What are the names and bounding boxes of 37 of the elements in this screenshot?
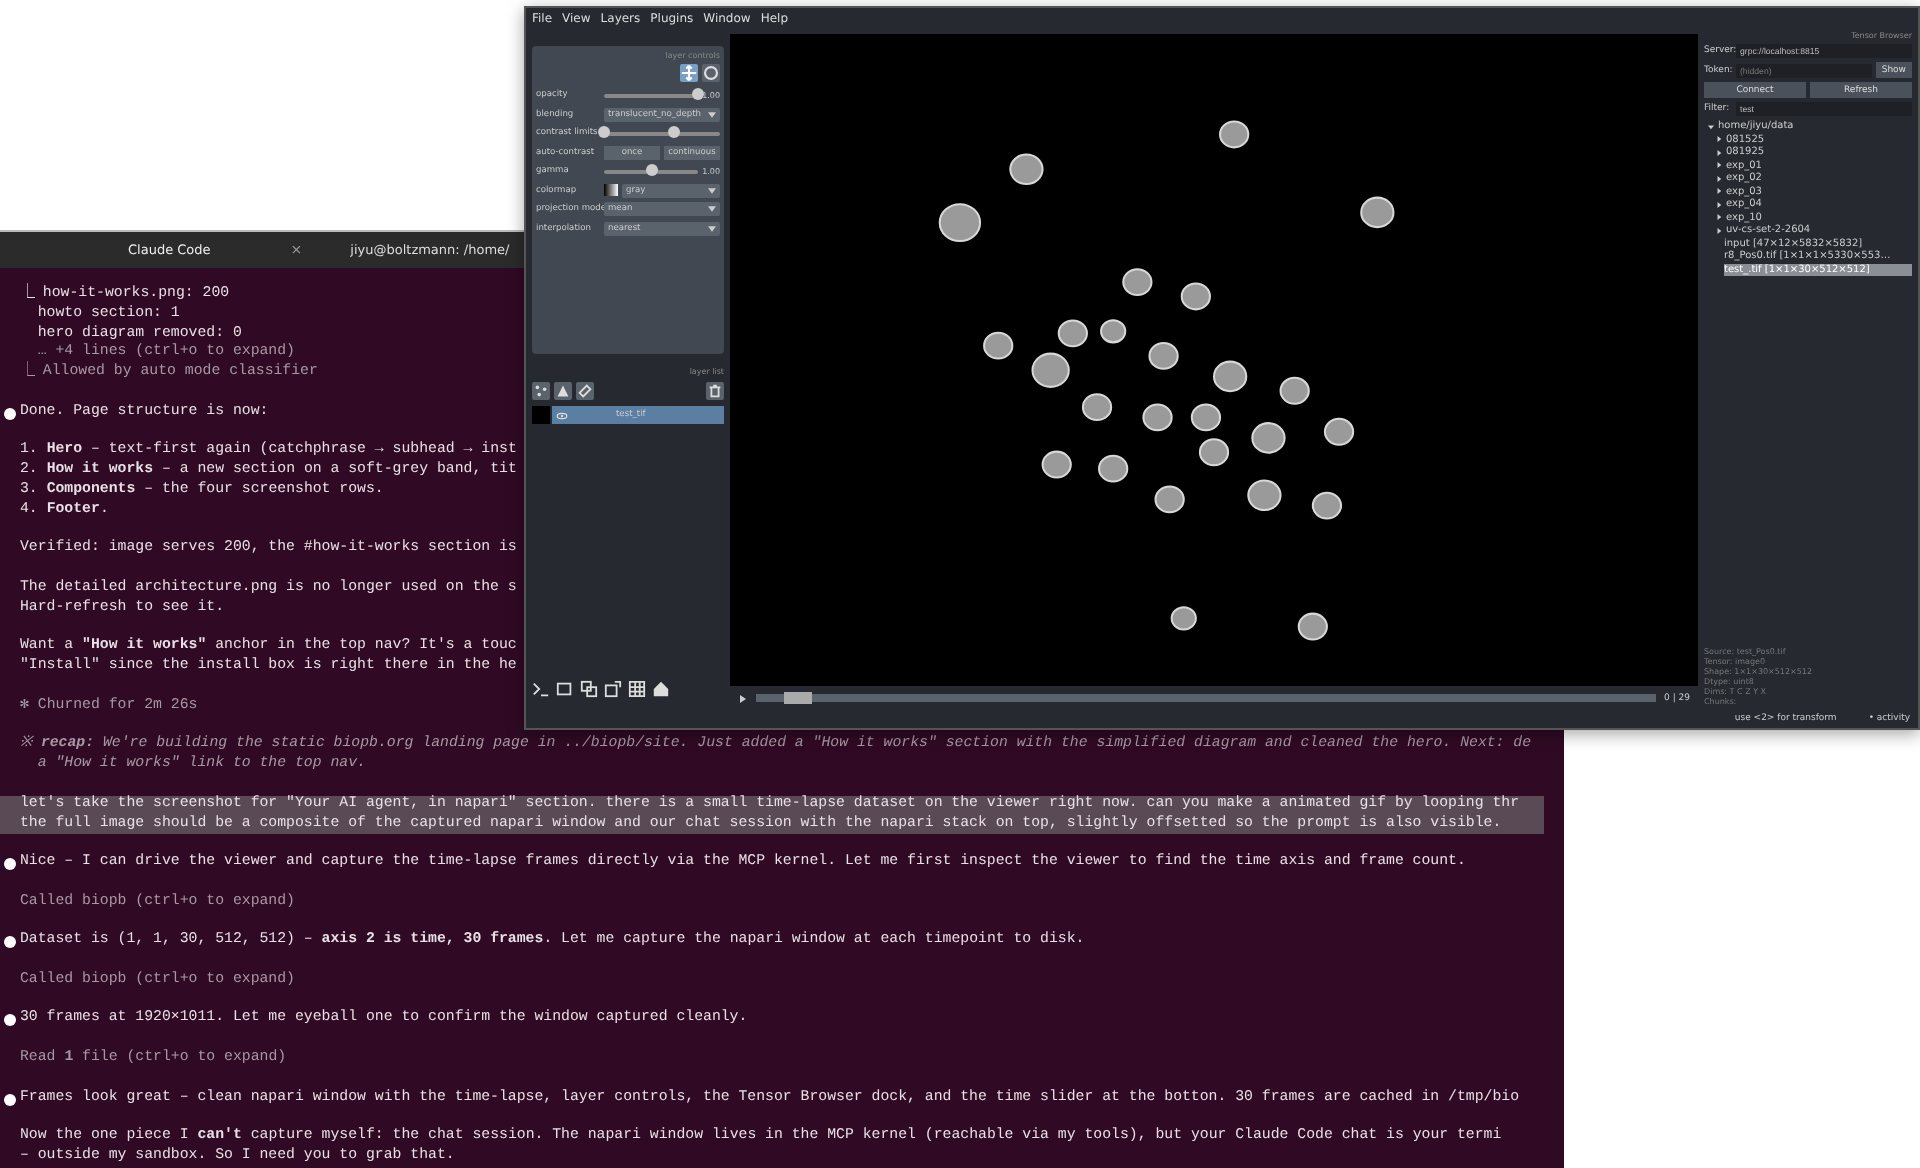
range-slider-track[interactable] <box>604 131 720 136</box>
caret-icon <box>708 206 716 213</box>
expanded-arrow-icon[interactable] <box>1708 123 1714 130</box>
points-icon[interactable] <box>532 382 550 400</box>
rotate-icon[interactable] <box>702 64 720 82</box>
caret-icon <box>708 187 716 194</box>
time-slider-track[interactable] <box>756 694 1657 702</box>
labels-icon[interactable] <box>576 382 594 400</box>
slider-thumb[interactable] <box>692 88 705 101</box>
transpose-icon[interactable] <box>604 680 622 698</box>
home-icon[interactable] <box>652 680 670 698</box>
eye-icon[interactable] <box>556 411 568 419</box>
collapsed-arrow-icon[interactable] <box>1716 136 1722 143</box>
colormap-swatch <box>604 184 618 197</box>
collapsed-arrow-icon[interactable] <box>1716 149 1722 156</box>
slider-track[interactable] <box>604 93 699 98</box>
slider-track[interactable] <box>604 169 699 174</box>
slider-thumb[interactable] <box>598 126 610 139</box>
collapsed-arrow-icon[interactable] <box>1716 188 1722 195</box>
move-icon[interactable] <box>680 64 698 82</box>
collapsed-arrow-icon[interactable] <box>1716 214 1722 221</box>
shapes-icon[interactable] <box>554 382 572 400</box>
caret-icon <box>708 111 716 118</box>
collapsed-arrow-icon[interactable] <box>1716 162 1722 169</box>
collapsed-arrow-icon[interactable] <box>1716 175 1722 182</box>
collapsed-arrow-icon[interactable] <box>1716 227 1722 234</box>
trash-icon[interactable] <box>706 382 724 400</box>
console-icon[interactable] <box>532 680 550 698</box>
collapsed-arrow-icon[interactable] <box>1716 201 1722 208</box>
ndisplay-icon[interactable] <box>556 680 574 698</box>
roll-icon[interactable] <box>580 680 598 698</box>
slider-thumb[interactable] <box>783 692 811 704</box>
layer-thumbnail <box>532 406 550 424</box>
play-icon[interactable] <box>738 693 748 703</box>
slider-thumb[interactable] <box>667 126 680 139</box>
slider-thumb[interactable] <box>645 164 658 177</box>
grid-icon[interactable] <box>628 680 646 698</box>
